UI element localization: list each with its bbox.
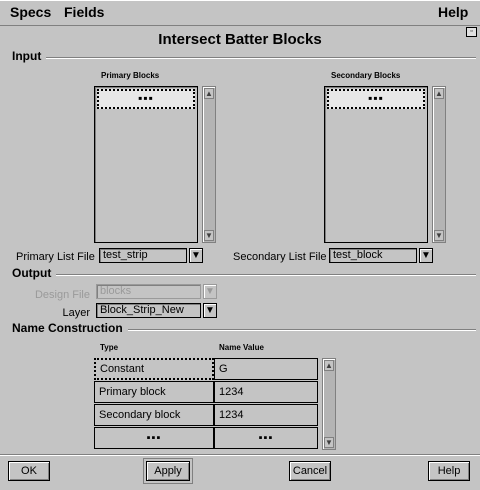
apply-button[interactable]: Apply	[146, 461, 190, 481]
layer-field[interactable]: Block_Strip_New	[96, 303, 201, 318]
table-cell-value[interactable]: ▪▪▪	[214, 427, 318, 449]
table-cell-value[interactable]: 1234	[214, 404, 318, 426]
chevron-down-icon[interactable]: ▼	[189, 248, 203, 263]
secondary-blocks-list[interactable]: ▪▪▪	[324, 86, 428, 243]
name-construction-table: Constant G Primary block 1234 Secondary …	[94, 358, 318, 450]
table-cell-type[interactable]: Constant	[94, 358, 214, 380]
apply-button-frame: Apply	[143, 458, 193, 484]
secondary-list-file-field[interactable]: test_block	[329, 248, 417, 263]
secondary-list-file-label: Secondary List File	[233, 251, 327, 263]
secondary-blocks-header: Secondary Blocks	[331, 71, 401, 80]
ok-button[interactable]: OK	[8, 461, 50, 481]
menu-fields[interactable]: Fields	[64, 4, 104, 20]
primary-blocks-header: Primary Blocks	[101, 71, 160, 80]
table-cell-type[interactable]: Secondary block	[94, 404, 214, 426]
output-divider	[56, 274, 476, 275]
output-section-label: Output	[12, 266, 52, 280]
help-button[interactable]: Help	[428, 461, 470, 481]
scroll-down-icon[interactable]: ▼	[204, 230, 214, 241]
cancel-button[interactable]: Cancel	[289, 461, 331, 481]
scroll-up-icon[interactable]: ▲	[204, 88, 214, 99]
menu-specs[interactable]: Specs	[10, 4, 51, 20]
chevron-down-icon: ▼	[203, 284, 217, 299]
design-file-field: blocks	[96, 284, 201, 299]
primary-list-file-field[interactable]: test_strip	[99, 248, 187, 263]
name-construction-section-label: Name Construction	[12, 321, 123, 335]
scroll-down-icon[interactable]: ▼	[324, 437, 334, 448]
table-cell-value[interactable]: 1234	[214, 381, 318, 403]
table-cell-type[interactable]: ▪▪▪	[94, 427, 214, 449]
layer-label: Layer	[62, 307, 90, 319]
table-scrollbar[interactable]: ▲ ▼	[322, 358, 336, 450]
design-file-label: Design File	[34, 289, 90, 301]
primary-list-file-label: Primary List File	[16, 251, 95, 263]
scroll-down-icon[interactable]: ▼	[434, 230, 444, 241]
menubar: Specs Fields Help	[0, 0, 480, 26]
secondary-list-scrollbar[interactable]: ▲ ▼	[432, 86, 446, 243]
scroll-up-icon[interactable]: ▲	[434, 88, 444, 99]
window-title: Intersect Batter Blocks	[158, 31, 322, 48]
scroll-up-icon[interactable]: ▲	[324, 360, 334, 371]
secondary-list-item[interactable]: ▪▪▪	[327, 89, 425, 109]
menu-help[interactable]: Help	[438, 4, 468, 20]
primary-list-scrollbar[interactable]: ▲ ▼	[202, 86, 216, 243]
primary-list-item[interactable]: ▪▪▪	[97, 89, 195, 109]
input-divider	[46, 57, 476, 58]
input-section-label: Input	[12, 49, 42, 63]
type-column-header: Type	[100, 343, 119, 352]
button-bar-divider	[0, 454, 480, 455]
name-construction-divider	[128, 329, 476, 330]
name-value-column-header: Name Value	[219, 343, 264, 352]
chevron-down-icon[interactable]: ▼	[203, 303, 217, 318]
primary-blocks-list[interactable]: ▪▪▪	[94, 86, 198, 243]
chevron-down-icon[interactable]: ▼	[419, 248, 433, 263]
table-cell-value[interactable]: G	[214, 358, 318, 380]
table-cell-type[interactable]: Primary block	[94, 381, 214, 403]
